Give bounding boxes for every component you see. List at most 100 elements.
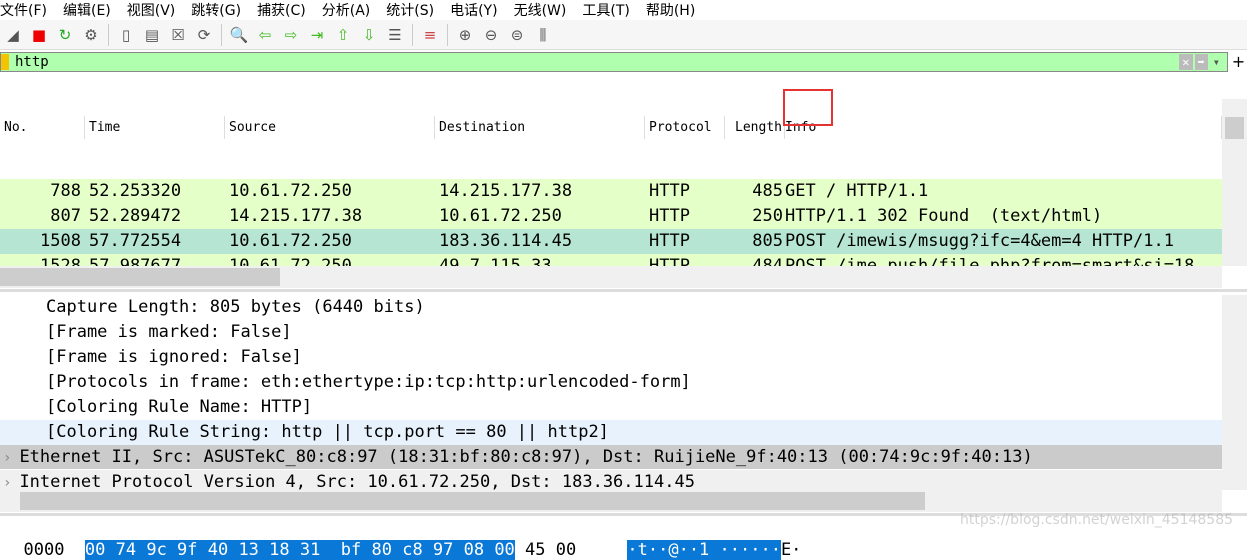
packet-cell-protocol: HTTP bbox=[649, 256, 690, 266]
packet-cell-no: 1508 bbox=[40, 231, 81, 251]
restart-icon[interactable]: ↻ bbox=[54, 24, 76, 46]
detail-line[interactable]: [Frame is marked: False] bbox=[0, 320, 1222, 345]
gear-icon[interactable]: ⚙ bbox=[80, 24, 102, 46]
shark-fin-icon[interactable]: ◢ bbox=[2, 24, 24, 46]
packet-cell-destination: 49.7.115.33 bbox=[439, 256, 552, 266]
toolbar-separator bbox=[221, 23, 222, 46]
toolbar-separator bbox=[108, 23, 109, 46]
packet-row[interactable]: 807 52.289472 14.215.177.38 10.61.72.250 HTT… bbox=[0, 204, 1222, 229]
close-file-icon[interactable]: ☒ bbox=[167, 24, 189, 46]
column-header-no[interactable]: No. bbox=[0, 116, 85, 139]
details-hscrollbar[interactable] bbox=[0, 490, 1222, 512]
watermark: https://blog.csdn.net/weixin_45148585 bbox=[960, 512, 1234, 528]
hex-bytes-selected[interactable]: 00 74 9c 9f 40 13 18 31 bf 80 c8 97 08 0… bbox=[84, 540, 515, 560]
colorize-icon[interactable]: ≡ bbox=[419, 24, 441, 46]
packet-cell-length: 250 bbox=[752, 206, 783, 226]
packet-cell-time: 52.289472 bbox=[89, 206, 182, 226]
clear-filter-button[interactable]: ✕ bbox=[1179, 54, 1193, 70]
hex-offset: 0000 bbox=[23, 540, 65, 560]
menu-item[interactable]: 编辑(E) bbox=[63, 0, 111, 19]
menu-item[interactable]: 电话(Y) bbox=[450, 0, 497, 19]
packet-list-hscrollbar[interactable] bbox=[0, 266, 1222, 288]
zoom-reset-icon[interactable]: ⊜ bbox=[506, 24, 528, 46]
packet-cell-info: HTTP/1.1 302 Found (text/html) bbox=[785, 206, 1103, 226]
menu-item[interactable]: 捕获(C) bbox=[257, 0, 306, 19]
display-filter-input[interactable]: http ✕ ➡ ▾ bbox=[0, 52, 1228, 72]
bookmark-icon[interactable] bbox=[1, 54, 9, 70]
column-header-time[interactable]: Time bbox=[85, 116, 225, 139]
packet-row[interactable]: 1528 57.987677 10.61.72.250 49.7.115.33 HTTP… bbox=[0, 254, 1222, 266]
hex-bytes[interactable]: 45 00 bbox=[515, 540, 576, 560]
packet-list-vscrollbar[interactable] bbox=[1222, 99, 1247, 266]
packet-cell-no: 1528 bbox=[40, 256, 81, 266]
packet-cell-length: 805 bbox=[752, 231, 783, 251]
detail-line[interactable]: [Coloring Rule Name: HTTP] bbox=[0, 395, 1222, 420]
detail-line[interactable]: [Frame is ignored: False] bbox=[0, 345, 1222, 370]
menu-item[interactable]: 视图(V) bbox=[127, 0, 176, 19]
first-packet-icon[interactable]: ⇧ bbox=[332, 24, 354, 46]
protocol-tree-label: Ethernet II, Src: ASUSTekC_80:c8:97 (18:… bbox=[19, 447, 1033, 467]
forward-arrow-icon[interactable]: ⇨ bbox=[280, 24, 302, 46]
detail-line[interactable]: Capture Length: 805 bytes (6440 bits) bbox=[0, 295, 1222, 320]
packet-cell-protocol: HTTP bbox=[649, 231, 690, 251]
detail-line[interactable]: [Protocols in frame: eth:ethertype:ip:tc… bbox=[0, 370, 1222, 395]
filter-text: http bbox=[15, 54, 49, 70]
protocol-tree-item[interactable]: › Ethernet II, Src: ASUSTekC_80:c8:97 (18… bbox=[0, 445, 1222, 470]
last-packet-icon[interactable]: ⇩ bbox=[358, 24, 380, 46]
packet-cell-info: POST /imewis/msugg?ifc=4&em=4 HTTP/1.1 bbox=[785, 231, 1174, 251]
autoscroll-icon[interactable]: ☰ bbox=[384, 24, 406, 46]
column-header-length[interactable]: Length bbox=[725, 116, 785, 139]
packet-cell-source: 14.215.177.38 bbox=[229, 206, 363, 226]
menu-bar: 文件(F) 编辑(E) 视图(V) 跳转(G) 捕获(C) 分析(A) 统计(S) 电话(Y)… bbox=[0, 0, 1247, 19]
resize-columns-icon[interactable]: ⫼ bbox=[532, 24, 554, 46]
packet-list: No. Time Source Destination Protocol Length In… bbox=[0, 76, 1222, 266]
packet-cell-time: 57.987677 bbox=[89, 256, 182, 266]
stop-icon[interactable]: ■ bbox=[28, 24, 50, 46]
column-header-destination[interactable]: Destination bbox=[435, 116, 645, 139]
packet-cell-source: 10.61.72.250 bbox=[229, 231, 352, 251]
column-header-info[interactable]: Info bbox=[785, 116, 1222, 139]
packet-cell-no: 788 bbox=[50, 181, 81, 201]
packet-cell-no: 807 bbox=[50, 206, 81, 226]
packet-row[interactable]: 788 52.253320 10.61.72.250 14.215.177.38 HTT… bbox=[0, 179, 1222, 204]
open-icon[interactable]: ▯ bbox=[115, 24, 137, 46]
apply-filter-button[interactable]: ➡ bbox=[1194, 54, 1208, 70]
detail-line[interactable]: [Coloring Rule String: http || tcp.port … bbox=[0, 420, 1222, 445]
toolbar-separator bbox=[412, 23, 413, 46]
menu-item[interactable]: 无线(W) bbox=[514, 0, 567, 19]
go-to-packet-icon[interactable]: ⇥ bbox=[306, 24, 328, 46]
packet-cell-info: GET / HTTP/1.1 bbox=[785, 181, 929, 201]
packet-cell-source: 10.61.72.250 bbox=[229, 181, 352, 201]
filter-history-dropdown[interactable]: ▾ bbox=[1210, 54, 1223, 70]
menu-item[interactable]: 分析(A) bbox=[322, 0, 371, 19]
zoom-in-icon[interactable]: ⊕ bbox=[454, 24, 476, 46]
packet-row[interactable]: 1508 57.772554 10.61.72.250 183.36.114.45 HT… bbox=[0, 229, 1222, 254]
menu-item[interactable]: 统计(S) bbox=[386, 0, 434, 19]
zoom-out-icon[interactable]: ⊖ bbox=[480, 24, 502, 46]
packet-cell-destination: 14.215.177.38 bbox=[439, 181, 573, 201]
file-icon[interactable]: ▤ bbox=[141, 24, 163, 46]
ascii-selected[interactable]: ·t··@··1 ······ bbox=[627, 540, 781, 560]
menu-item[interactable]: 文件(F) bbox=[0, 0, 47, 19]
column-header-protocol[interactable]: Protocol bbox=[645, 116, 725, 139]
packet-cell-source: 10.61.72.250 bbox=[229, 256, 352, 266]
packet-cell-time: 52.253320 bbox=[89, 181, 182, 201]
ascii-bytes[interactable]: E· bbox=[781, 540, 801, 560]
expand-arrow-icon[interactable]: › bbox=[3, 450, 11, 466]
packet-cell-length: 484 bbox=[752, 256, 783, 266]
packet-cell-destination: 183.36.114.45 bbox=[439, 231, 573, 251]
column-header-source[interactable]: Source bbox=[225, 116, 435, 139]
menu-item[interactable]: 帮助(H) bbox=[646, 0, 695, 19]
packet-cell-protocol: HTTP bbox=[649, 206, 690, 226]
toolbar-separator bbox=[447, 23, 448, 46]
expand-arrow-icon[interactable]: › bbox=[3, 475, 11, 491]
packet-details-tree: Capture Length: 805 bytes (6440 bits) [Fr… bbox=[0, 295, 1222, 495]
details-vscrollbar[interactable] bbox=[1222, 295, 1247, 490]
menu-item[interactable]: 工具(T) bbox=[582, 0, 629, 19]
packet-list-header: No. Time Source Destination Protocol Length In… bbox=[0, 116, 1222, 139]
add-filter-button[interactable]: + bbox=[1230, 52, 1247, 71]
search-icon[interactable]: 🔍 bbox=[228, 24, 250, 46]
reload-icon[interactable]: ⟳ bbox=[193, 24, 215, 46]
menu-item[interactable]: 跳转(G) bbox=[191, 0, 241, 19]
back-arrow-icon[interactable]: ⇦ bbox=[254, 24, 276, 46]
